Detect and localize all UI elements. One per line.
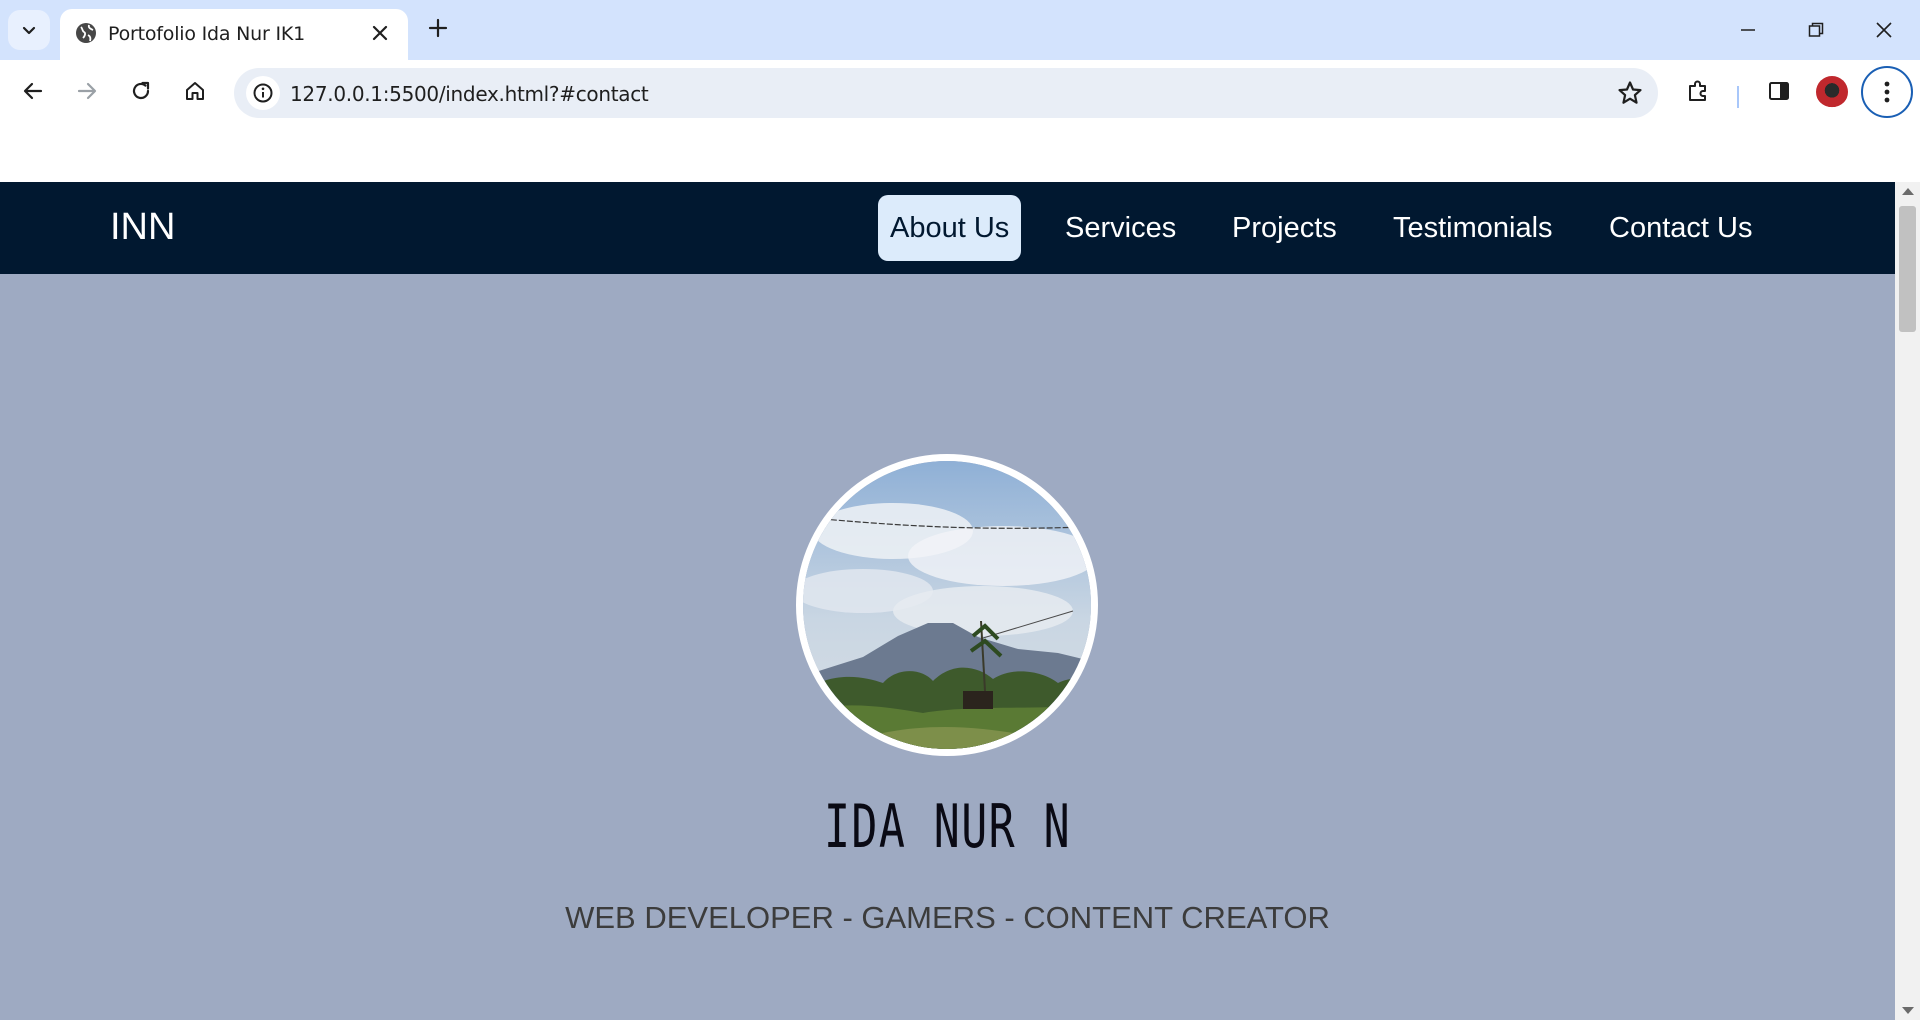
scrollbar-thumb[interactable] [1899, 206, 1916, 332]
info-icon [253, 83, 273, 103]
kebab-menu-icon [1884, 81, 1890, 103]
tab-search-button[interactable] [8, 10, 50, 50]
url-text[interactable]: 127.0.0.1:5500/index.html?#contact [290, 82, 649, 106]
tab-title: Portofolio Ida Nur IK1 [108, 23, 306, 45]
side-panel-icon [1769, 82, 1789, 100]
side-panel-button[interactable] [1762, 74, 1796, 108]
scroll-down-arrow-icon[interactable] [1902, 1007, 1914, 1014]
restore-icon [1808, 22, 1824, 37]
star-icon[interactable] [1616, 79, 1644, 107]
globe-icon [76, 23, 96, 43]
page-viewport: INN About Us Services Projects Testimoni… [0, 182, 1895, 1020]
minimize-button[interactable] [1732, 14, 1764, 46]
plus-icon[interactable] [424, 14, 452, 42]
back-icon [23, 82, 43, 100]
site-info-button[interactable] [246, 76, 280, 110]
nav-services[interactable]: Services [1053, 195, 1188, 261]
site-brand[interactable]: INN [110, 206, 175, 249]
extensions-button[interactable] [1681, 74, 1715, 108]
forward-icon [77, 82, 97, 100]
home-button[interactable] [178, 74, 212, 108]
scroll-up-arrow-icon[interactable] [1902, 188, 1914, 195]
browser-tab-active[interactable]: Portofolio Ida Nur IK1 [60, 9, 408, 60]
chevron-down-icon [22, 26, 36, 35]
minimize-icon [1741, 29, 1755, 31]
hero-tagline: WEB DEVELOPER - GAMERS - CONTENT CREATOR [565, 900, 1330, 935]
site-navbar: INN About Us Services Projects Testimoni… [0, 182, 1895, 274]
toolbar-separator [1737, 86, 1739, 108]
mountain-landscape-image [803, 461, 1091, 749]
nav-testimonials[interactable]: Testimonials [1381, 195, 1565, 261]
nav-about-us[interactable]: About Us [878, 195, 1022, 261]
reload-icon [132, 81, 150, 100]
close-icon [1876, 22, 1892, 38]
extensions-icon [1689, 80, 1706, 101]
restore-button[interactable] [1800, 14, 1832, 46]
browser-toolbar: 127.0.0.1:5500/index.html?#contact [0, 60, 1920, 122]
home-icon [186, 82, 204, 100]
profile-avatar[interactable] [1816, 76, 1848, 108]
forward-button[interactable] [70, 74, 104, 108]
close-icon[interactable] [368, 21, 392, 45]
reload-button[interactable] [124, 74, 158, 108]
hero-section: IDA NUR N WEB DEVELOPER - GAMERS - CONTE… [0, 274, 1895, 1020]
nav-projects[interactable]: Projects [1220, 195, 1349, 261]
browser-tabstrip: Portofolio Ida Nur IK1 [0, 0, 1920, 60]
hero-name: IDA NUR N [823, 792, 1072, 862]
nav-contact-us[interactable]: Contact Us [1597, 195, 1764, 261]
close-window-button[interactable] [1868, 14, 1900, 46]
back-button[interactable] [16, 74, 50, 108]
address-bar[interactable]: 127.0.0.1:5500/index.html?#contact [234, 68, 1658, 118]
browser-menu-button[interactable] [1861, 66, 1913, 118]
page-scrollbar[interactable] [1895, 182, 1920, 1020]
profile-photo [796, 454, 1098, 756]
